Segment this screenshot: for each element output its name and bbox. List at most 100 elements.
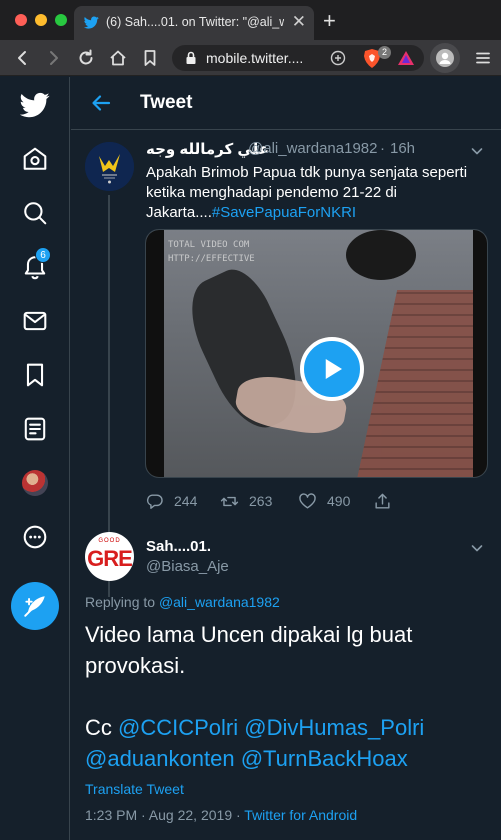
page-title: Tweet xyxy=(140,92,193,113)
video-watermark: TOTAL VIDEO COM HTTP://EFFECTIVE xyxy=(168,238,255,266)
tweet2-timestamp: 1:23 PM · Aug 22, 2019 · Twitter for And… xyxy=(85,807,357,823)
mention-aduankonten[interactable]: @aduankonten xyxy=(85,746,235,771)
sidebar-item-home[interactable] xyxy=(15,139,55,179)
tweet2-line1: Video lama Uncen dipakai lg buat provoka… xyxy=(85,622,413,678)
retweet-count: 263 xyxy=(249,493,273,509)
bookmark-icon xyxy=(26,363,44,387)
tweet1-hashtag[interactable]: #SavePapuaForNKRI xyxy=(212,204,356,221)
mention-ccicpolri[interactable]: @CCICPolri xyxy=(118,715,238,740)
sidebar-nav: 6 xyxy=(0,77,70,840)
tweet2-author-handle[interactable]: @Biasa_Aje xyxy=(146,558,229,575)
back-arrow-icon[interactable] xyxy=(12,48,32,68)
share-icon xyxy=(375,493,390,509)
tweet1-author-handle[interactable]: @ali_wardana1982 xyxy=(248,140,378,157)
window-minimize-button[interactable] xyxy=(35,14,47,26)
search-icon xyxy=(24,202,47,225)
tab-title: (6) Sah....01. on Twitter: "@ali_w xyxy=(106,15,284,29)
brave-rewards-icon[interactable] xyxy=(397,50,415,66)
tweet1-separator: · xyxy=(380,140,385,157)
sidebar-item-lists[interactable] xyxy=(15,409,55,449)
sidebar-item-explore[interactable] xyxy=(15,193,55,233)
retweet-button[interactable]: 263 xyxy=(220,490,272,512)
browser-tab-bar: (6) Sah....01. on Twitter: "@ali_w ✕ + xyxy=(0,0,501,40)
retweet-icon xyxy=(220,496,239,506)
tweet2-avatar[interactable]: GOOD GRE xyxy=(85,532,134,581)
reload-icon[interactable] xyxy=(76,48,96,68)
home-icon xyxy=(23,147,47,170)
play-icon xyxy=(325,359,342,379)
twitter-logo[interactable] xyxy=(15,85,55,125)
notification-count-badge: 6 xyxy=(35,247,51,263)
video-letterbox-right xyxy=(473,230,487,477)
sidebar-item-notifications[interactable]: 6 xyxy=(15,247,55,287)
more-icon xyxy=(23,525,47,549)
tab-close-button[interactable]: ✕ xyxy=(292,12,306,32)
reply-button[interactable]: 244 xyxy=(145,490,197,512)
replying-to: Replying to @ali_wardana1982 xyxy=(85,594,280,610)
mention-turnbackhoax[interactable]: @TurnBackHoax xyxy=(241,746,408,771)
browser-toolbar: mobile.twitter.... 2 xyxy=(0,40,501,76)
mention-divhumas-polri[interactable]: @DivHumas_Polri xyxy=(244,715,424,740)
sidebar-item-bookmarks[interactable] xyxy=(15,355,55,395)
bookmark-browser-icon[interactable] xyxy=(140,48,160,68)
reply-icon xyxy=(146,493,163,509)
tweet2-cc: Cc xyxy=(85,715,112,740)
video-frame-pavement xyxy=(354,290,487,477)
replying-to-handle[interactable]: @ali_wardana1982 xyxy=(159,594,280,610)
profile-button[interactable] xyxy=(430,43,460,73)
mail-icon xyxy=(23,311,47,331)
home-browser-icon[interactable] xyxy=(108,48,128,68)
compose-icon xyxy=(24,596,45,617)
tweet2-chevron-down-icon[interactable] xyxy=(469,540,485,556)
profile-avatar xyxy=(22,470,48,496)
tweet2-source[interactable]: Twitter for Android xyxy=(244,807,357,823)
compose-tweet-button[interactable] xyxy=(11,582,59,630)
video-letterbox-left xyxy=(146,230,164,477)
window-close-button[interactable] xyxy=(15,14,27,26)
replying-to-label: Replying to xyxy=(85,594,156,610)
tweet1-avatar[interactable] xyxy=(85,142,134,191)
sidebar-item-profile[interactable] xyxy=(15,463,55,503)
tweet2-avatar-label: GRE xyxy=(87,546,133,571)
sidebar-item-more[interactable] xyxy=(15,517,55,557)
video-frame-shape xyxy=(346,230,416,280)
lock-icon xyxy=(186,51,196,64)
tweet2-author-name[interactable]: Sah....01. xyxy=(146,538,211,555)
tweet-detail: Tweet علي كرمالله وجه @ali_wardana1982 ·… xyxy=(71,77,501,840)
forward-arrow-icon[interactable] xyxy=(44,48,64,68)
video-play-button[interactable] xyxy=(300,337,364,401)
menu-icon[interactable] xyxy=(474,49,492,67)
browser-tab[interactable]: (6) Sah....01. on Twitter: "@ali_w ✕ xyxy=(74,6,314,40)
tweet1-time[interactable]: 16h xyxy=(390,140,415,157)
tweet2-mentions-line1: Cc @CCICPolri @DivHumas_Polri xyxy=(85,712,490,743)
video-watermark-line1: TOTAL VIDEO COM xyxy=(168,240,250,250)
tweet1-video[interactable]: TOTAL VIDEO COM HTTP://EFFECTIVE xyxy=(145,229,488,478)
new-tab-button[interactable]: + xyxy=(323,10,336,32)
tweet2-avatar-label-top: GOOD xyxy=(98,538,121,544)
twitter-bird-icon xyxy=(20,92,50,118)
tweet1-text: Apakah Brimob Papua tdk punya senjata se… xyxy=(146,163,491,223)
share-button[interactable] xyxy=(373,490,402,512)
tweet2-mentions-line2: @aduankonten @TurnBackHoax xyxy=(85,743,490,774)
lists-icon xyxy=(24,417,46,441)
tweet1-chevron-down-icon[interactable] xyxy=(469,143,485,159)
like-button[interactable]: 490 xyxy=(298,490,350,512)
address-text: mobile.twitter.... xyxy=(206,50,304,66)
tweet2-text: Video lama Uncen dipakai lg buat provoka… xyxy=(85,610,490,774)
back-arrow-button[interactable] xyxy=(89,91,113,115)
profile-icon xyxy=(436,49,454,67)
window-maximize-button[interactable] xyxy=(55,14,67,26)
tweet1-actions: 244 263 490 xyxy=(145,490,490,512)
like-count: 490 xyxy=(327,493,351,509)
tweet2-time[interactable]: 1:23 PM · Aug 22, 2019 · xyxy=(85,807,244,823)
sidebar-item-messages[interactable] xyxy=(15,301,55,341)
twitter-favicon-icon xyxy=(84,16,99,29)
translate-tweet-link[interactable]: Translate Tweet xyxy=(85,781,184,797)
zoom-plus-icon[interactable] xyxy=(330,50,346,66)
tweet-header: Tweet xyxy=(71,77,501,130)
brave-shield-count: 2 xyxy=(378,46,391,59)
eagle-emblem-icon xyxy=(85,142,134,191)
video-watermark-line2: HTTP://EFFECTIVE xyxy=(168,254,255,264)
twitter-app: 6 Tweet علي كرمالله وجه @ali_wardana1982… xyxy=(0,77,501,840)
heart-icon xyxy=(299,492,316,509)
